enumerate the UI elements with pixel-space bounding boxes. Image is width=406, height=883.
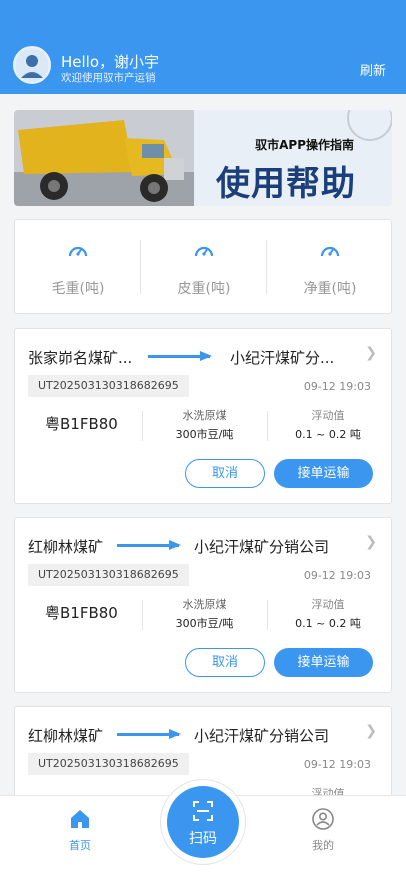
nav-mine-label: 我的 (312, 839, 334, 852)
route-destination: 小纪汗煤矿分销公司 (194, 727, 330, 745)
gauge-icon (194, 246, 214, 257)
weight-label: 毛重(吨) (51, 281, 105, 297)
cargo-name: 水洗原煤 (182, 598, 227, 611)
divider (142, 411, 143, 441)
accept-order-button[interactable]: 接单运输 (274, 648, 373, 677)
route-arrow-icon (148, 351, 212, 361)
help-banner[interactable]: 驭市APP操作指南 使用帮助 (14, 110, 392, 206)
refresh-button[interactable]: 刷新 (360, 60, 386, 79)
route-destination: 小纪汗煤矿分销公司 (194, 538, 330, 556)
vehicle-plate: 粤B1FB80 (45, 415, 118, 433)
order-card[interactable]: 张家峁名煤矿... 小纪汗煤矿分... ❯ UT2025031303186826… (14, 328, 392, 504)
route-origin: 张家峁名煤矿... (28, 349, 133, 367)
cargo-name: 水洗原煤 (182, 409, 227, 422)
float-value: 0.1 ~ 0.2 吨 (295, 617, 361, 630)
weight-summary-panel: 毛重(吨) 皮重(吨) 净重(吨) (14, 219, 392, 314)
accept-order-button[interactable]: 接单运输 (274, 459, 373, 488)
banner-subtitle: 驭市APP操作指南 (255, 138, 354, 152)
cargo-price: 300市豆/吨 (175, 428, 234, 441)
nav-home[interactable]: 首页 (50, 808, 110, 853)
order-datetime: 09-12 19:03 (303, 569, 371, 582)
order-datetime: 09-12 19:03 (303, 758, 371, 771)
divider (267, 411, 268, 441)
gauge-icon (68, 246, 88, 257)
home-icon (71, 810, 89, 828)
divider (142, 600, 143, 630)
order-card[interactable]: 红柳林煤矿 小纪汗煤矿分销公司 ❯ UT202503130318682695 0… (14, 517, 392, 693)
float-label: 浮动值 (311, 598, 345, 611)
nav-mine[interactable]: 我的 (293, 808, 353, 853)
chevron-right-icon[interactable]: ❯ (365, 723, 377, 739)
chevron-right-icon[interactable]: ❯ (365, 534, 377, 550)
scan-button[interactable]: 扫码 (167, 786, 239, 858)
divider (267, 600, 268, 630)
float-label: 浮动值 (311, 409, 345, 422)
route-destination: 小纪汗煤矿分... (230, 349, 335, 367)
weight-label: 皮重(吨) (177, 281, 231, 297)
avatar[interactable] (13, 46, 51, 84)
cancel-button[interactable]: 取消 (185, 648, 265, 677)
weight-label: 净重(吨) (303, 281, 357, 297)
vehicle-plate: 粤B1FB80 (45, 604, 118, 622)
route-origin: 红柳林煤矿 (28, 727, 104, 745)
route-arrow-icon (117, 540, 181, 550)
user-avatar-icon (15, 48, 49, 82)
gross-weight-cell: 毛重(吨) (15, 220, 141, 315)
order-code: UT202503130318682695 (28, 375, 189, 397)
tare-weight-cell: 皮重(吨) (141, 220, 267, 315)
order-code: UT202503130318682695 (28, 753, 189, 775)
order-datetime: 09-12 19:03 (303, 380, 371, 393)
user-icon (312, 808, 334, 830)
chevron-right-icon[interactable]: ❯ (365, 345, 377, 361)
app-header: Hello，谢小宇 欢迎使用驭市产运销 刷新 (0, 0, 406, 94)
cargo-price: 300市豆/吨 (175, 617, 234, 630)
welcome-text: 欢迎使用驭市产运销 (61, 72, 156, 84)
order-code: UT202503130318682695 (28, 564, 189, 586)
greeting-text: Hello，谢小宇 (61, 53, 160, 71)
cancel-button[interactable]: 取消 (185, 459, 265, 488)
banner-title: 使用帮助 (216, 164, 356, 204)
nav-home-label: 首页 (69, 839, 91, 852)
route-origin: 红柳林煤矿 (28, 538, 104, 556)
float-value: 0.1 ~ 0.2 吨 (295, 428, 361, 441)
route-arrow-icon (117, 729, 181, 739)
scan-label: 扫码 (189, 831, 217, 847)
scan-icon (193, 801, 213, 821)
gauge-icon (320, 246, 340, 257)
net-weight-cell: 净重(吨) (267, 220, 393, 315)
